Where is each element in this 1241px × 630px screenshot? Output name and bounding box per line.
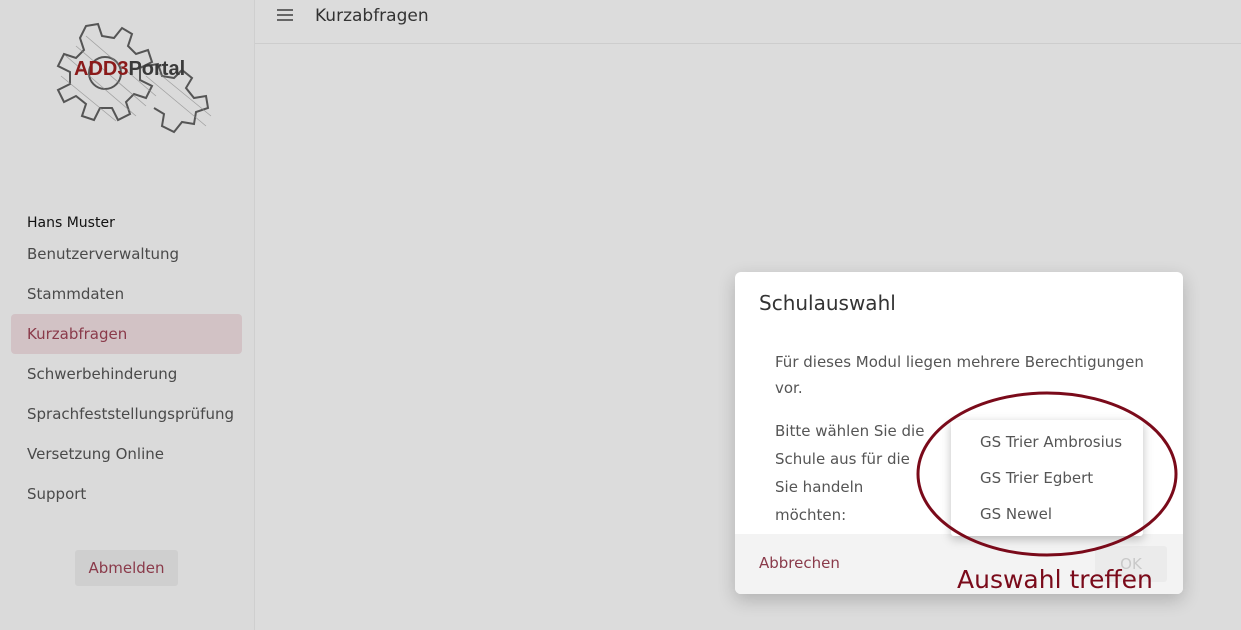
dropdown-option[interactable]: GS Newel: [951, 496, 1143, 532]
sidebar-item-stammdaten[interactable]: Stammdaten: [11, 274, 242, 314]
dropdown-option[interactable]: GS Trier Ambrosius: [951, 424, 1143, 460]
sidebar-item-support[interactable]: Support: [11, 474, 242, 514]
dialog-message: Für dieses Modul liegen mehrere Berechti…: [775, 353, 1144, 397]
dropdown-option[interactable]: GS Trier Egbert: [951, 460, 1143, 496]
sidebar-item-schwerbehinderung[interactable]: Schwerbehinderung: [11, 354, 242, 394]
dialog-title: Schulauswahl: [759, 291, 896, 315]
logo-text: ADD3Portal: [74, 58, 185, 81]
dialog-prompt: Bitte wählen Sie die Schule aus für die …: [775, 422, 925, 524]
app-logo: ADD3Portal: [36, 16, 216, 138]
sidebar-item-benutzerverwaltung[interactable]: Benutzerverwaltung: [11, 234, 242, 274]
school-dropdown-menu: GS Trier Ambrosius GS Trier Egbert GS Ne…: [951, 420, 1143, 536]
sidebar: ADD3Portal Hans Muster Benutzerverwaltun…: [0, 0, 255, 630]
sidebar-item-versetzung-online[interactable]: Versetzung Online: [11, 434, 242, 474]
sidebar-item-sprachfeststellungspruefung[interactable]: Sprachfeststellungsprüfung: [11, 394, 242, 434]
sidebar-item-kurzabfragen[interactable]: Kurzabfragen: [11, 314, 242, 354]
page-title: Kurzabfragen: [315, 6, 429, 26]
top-header: Kurzabfragen: [255, 0, 1241, 44]
cancel-button[interactable]: Abbrechen: [759, 554, 840, 572]
annotation-label: Auswahl treffen: [957, 565, 1153, 594]
logo-text-add3: ADD3: [74, 58, 129, 80]
logout-button[interactable]: Abmelden: [75, 550, 178, 586]
hamburger-menu-icon[interactable]: [277, 9, 293, 23]
user-name: Hans Muster: [27, 215, 115, 231]
sidebar-nav: Benutzerverwaltung Stammdaten Kurzabfrag…: [11, 234, 242, 514]
logo-text-portal: Portal: [128, 58, 186, 80]
